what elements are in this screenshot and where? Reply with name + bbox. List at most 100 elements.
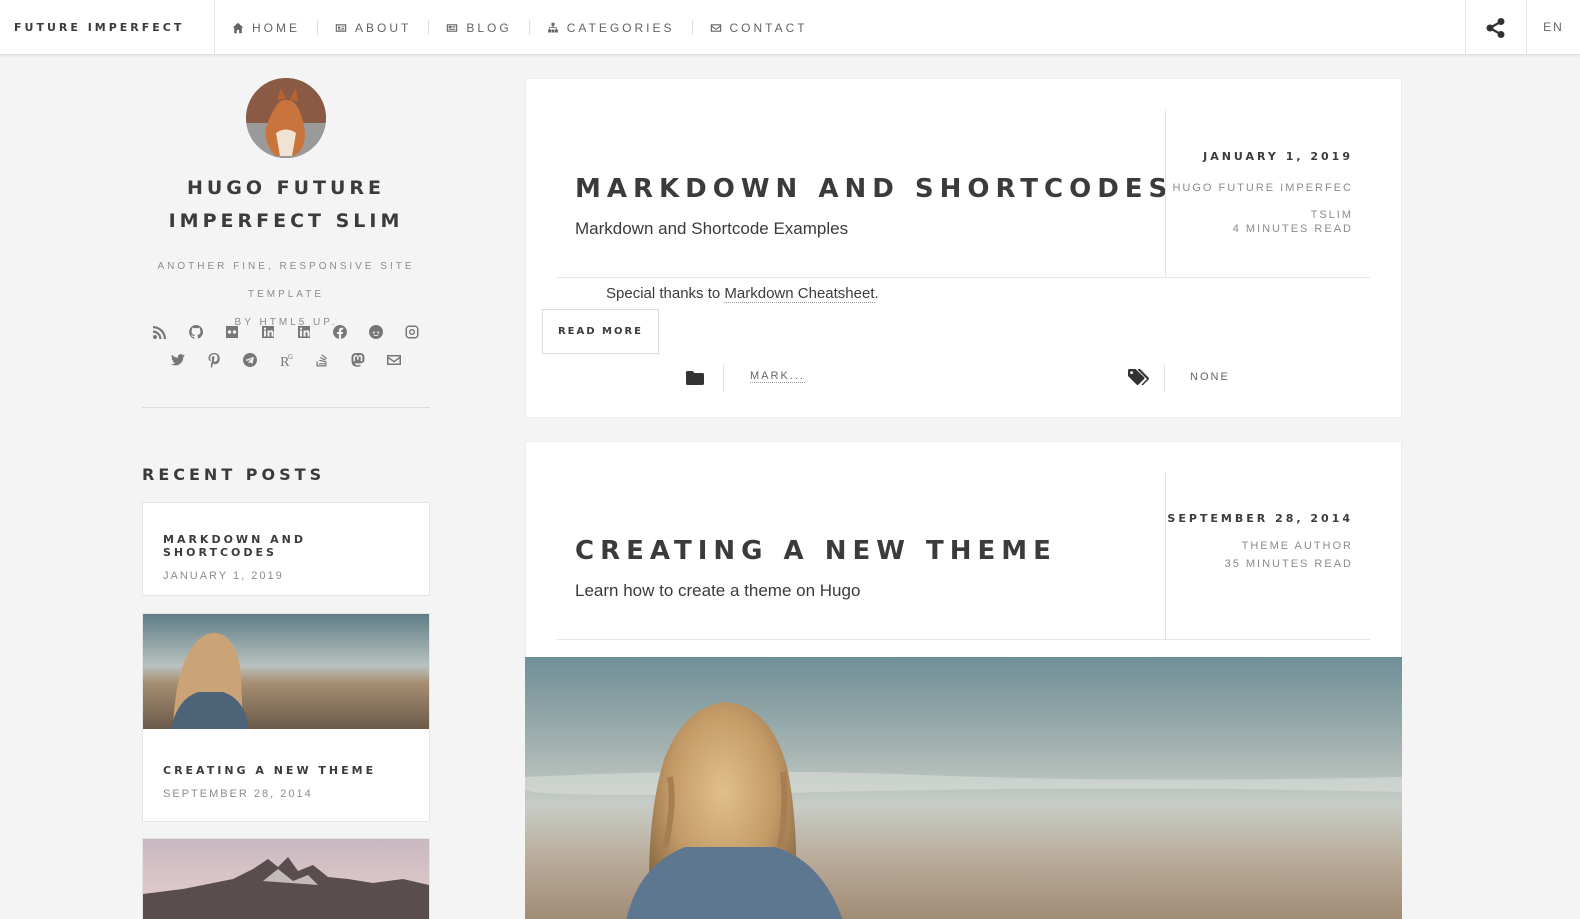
footer-divider [1164,364,1165,392]
linkedin-square-icon [298,326,310,338]
reddit-link[interactable] [358,318,394,346]
instagram-link[interactable] [394,318,430,346]
post-meta: JANUARY 1, 2019 HUGO FUTURE IMPERFEC TSL… [1172,148,1353,238]
sitemap-icon [547,22,558,32]
telegram-icon [243,353,257,367]
recent-post-item[interactable] [142,838,430,919]
pinterest-icon [208,353,220,368]
post-excerpt-suffix: . [874,285,879,302]
id-card-icon [335,23,347,32]
post-tags: NONE [1190,371,1230,383]
stackoverflow-icon [316,354,327,367]
site-description-line-1: ANOTHER FINE, RESPONSIVE SITE TEMPLATE [157,261,415,300]
post-header-divider [557,639,1370,640]
category-link[interactable]: MARK... [750,370,805,383]
nav-categories-label: CATEGORIES [566,20,675,35]
share-icon [1486,17,1505,38]
researchgate-link[interactable]: RG [268,346,304,374]
share-button[interactable] [1465,0,1526,55]
svg-text:G: G [288,354,293,361]
researchgate-icon: RG [280,354,293,368]
newspaper-icon [447,23,458,32]
main-nav: HOME ABOUT BLOG CATEGORIES CONTACT [215,0,825,55]
post-card: CREATING A NEW THEME Learn how to create… [525,441,1402,919]
pinterest-link[interactable] [196,346,232,374]
post-author[interactable]: THEME AUTHOR [1167,537,1353,555]
linkedin-square-link[interactable] [286,318,322,346]
github-icon [189,325,203,339]
nav-home-label: HOME [252,20,300,35]
folder-icon [686,371,704,385]
rss-link[interactable] [142,318,178,346]
markdown-cheatsheet-link[interactable]: Markdown Cheatsheet [724,285,875,303]
post-card: MARKDOWN AND SHORTCODES Markdown and Sho… [525,78,1402,418]
recent-post-item[interactable]: MARKDOWN AND SHORTCODES JANUARY 1, 2019 [142,502,430,596]
nav-blog[interactable]: BLOG [428,20,528,35]
post-header-divider [557,277,1370,278]
recent-post-item[interactable]: CREATING A NEW THEME SEPTEMBER 28, 2014 [142,613,430,822]
post-author-line-1: HUGO FUTURE IMPERFEC [1172,182,1353,194]
nav-home[interactable]: HOME [215,20,317,35]
post-excerpt: Special thanks to Markdown Cheatsheet. [606,285,879,303]
recent-post-title[interactable]: MARKDOWN AND SHORTCODES [163,533,409,559]
site-title-line-2: IMPERFECT SLIM [168,210,404,232]
fox-avatar-image [246,78,326,158]
rss-icon [153,326,166,339]
flickr-icon [226,326,238,338]
reddit-icon [369,325,383,339]
nav-blog-label: BLOG [466,20,512,35]
top-navbar: FUTURE IMPERFECT HOME ABOUT BLOG CATEGOR… [0,0,1580,55]
nav-contact[interactable]: CONTACT [691,20,825,35]
footer-divider [723,364,724,392]
nav-about[interactable]: ABOUT [317,20,428,35]
avatar[interactable] [246,78,326,158]
mastodon-icon [351,353,365,367]
post-subtitle: Learn how to create a theme on Hugo [575,581,861,600]
facebook-icon [333,325,347,339]
home-icon [232,22,244,33]
recent-post-date: JANUARY 1, 2019 [163,570,284,582]
nav-about-label: ABOUT [355,20,412,35]
post-subtitle: Markdown and Shortcode Examples [575,219,849,238]
site-title[interactable]: HUGO FUTURE IMPERFECT SLIM [142,172,430,238]
facebook-link[interactable] [322,318,358,346]
flickr-link[interactable] [214,318,250,346]
post-date: SEPTEMBER 28, 2014 [1167,512,1353,525]
post-featured-image[interactable] [525,657,1402,919]
language-switcher[interactable]: EN [1526,0,1580,55]
site-title-line-1: HUGO FUTURE [186,177,386,199]
post-read-time: 4 MINUTES READ [1232,223,1353,235]
recent-post-title[interactable]: CREATING A NEW THEME [163,764,409,777]
recent-posts-heading: RECENT POSTS [142,465,326,484]
twitter-link[interactable] [160,346,196,374]
post-meta: SEPTEMBER 28, 2014 THEME AUTHOR 35 MINUT… [1167,510,1353,573]
envelope-icon [710,23,721,32]
recent-post-date: SEPTEMBER 28, 2014 [163,788,313,800]
nav-contact-label: CONTACT [729,20,808,35]
nav-categories[interactable]: CATEGORIES [528,20,692,35]
post-meta-divider [1165,110,1166,277]
stackoverflow-link[interactable] [304,346,340,374]
post-excerpt-prefix: Special thanks to [606,285,725,302]
girl-landscape-image [525,657,1402,919]
brand-link[interactable]: FUTURE IMPERFECT [0,0,215,55]
post-read-time: 35 MINUTES READ [1224,558,1353,570]
read-more-button[interactable]: READ MORE [542,309,659,354]
mastodon-link[interactable] [340,346,376,374]
tags-icon [1128,369,1149,386]
post-title[interactable]: CREATING A NEW THEME [575,536,1057,566]
twitter-icon [171,354,185,366]
email-icon [387,355,401,365]
recent-post-thumbnail[interactable] [143,839,429,919]
linkedin-link[interactable] [250,318,286,346]
post-title[interactable]: MARKDOWN AND SHORTCODES [575,174,1173,204]
email-link[interactable] [376,346,412,374]
telegram-link[interactable] [232,346,268,374]
post-meta-divider [1165,473,1166,639]
social-links: RG [142,318,430,374]
instagram-icon [405,325,419,339]
post-date: JANUARY 1, 2019 [1203,150,1353,163]
sidebar-divider [142,407,430,408]
github-link[interactable] [178,318,214,346]
recent-post-thumbnail[interactable] [143,614,429,729]
